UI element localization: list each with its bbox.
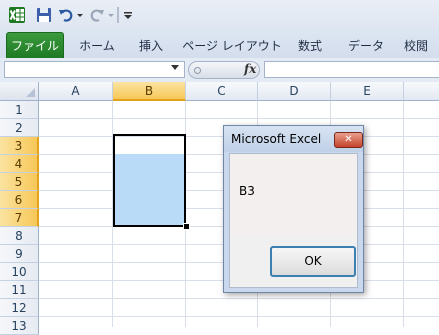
tab-file[interactable]: ファイル [6, 32, 64, 58]
tab-review[interactable]: 校閲 [398, 34, 434, 58]
column-header-b[interactable]: B [113, 82, 186, 101]
row-header-7[interactable]: 7 [0, 209, 39, 227]
gridline [403, 101, 404, 327]
select-all-triangle-icon [26, 88, 35, 97]
row-header-9[interactable]: 9 [0, 245, 39, 263]
row-header-11[interactable]: 11 [0, 281, 39, 299]
formula-bar: fx [0, 58, 439, 83]
row-header-8[interactable]: 8 [0, 227, 39, 245]
row-header-5[interactable]: 5 [0, 173, 39, 191]
gridline [39, 316, 439, 317]
tab-data[interactable]: データ [340, 34, 392, 58]
customize-toolbar-icon[interactable] [123, 6, 133, 24]
ribbon-tab-bar: ファイル ホーム 挿入 ページ レイアウト 数式 データ 校閲 [0, 30, 439, 59]
row-header-6[interactable]: 6 [0, 191, 39, 209]
quick-access-toolbar [0, 0, 439, 30]
dialog-message: B3 [239, 184, 255, 198]
tab-home[interactable]: ホーム [70, 34, 124, 58]
name-box-dropdown-icon[interactable] [171, 65, 179, 70]
worksheet-grid[interactable]: A B C D E 1 2 3 4 5 6 7 8 9 10 11 12 13 [0, 82, 439, 335]
row-header-3[interactable]: 3 [0, 137, 39, 155]
toolbar-separator [117, 7, 119, 23]
row-header-10[interactable]: 10 [0, 263, 39, 281]
gridline [39, 118, 439, 119]
column-header-a[interactable]: A [39, 82, 113, 101]
tab-page-layout[interactable]: ページ レイアウト [180, 34, 284, 58]
tab-insert[interactable]: 挿入 [130, 34, 172, 58]
column-header-d[interactable]: D [258, 82, 331, 101]
undo-icon[interactable] [58, 6, 74, 24]
formula-grip-icon [194, 67, 201, 74]
tab-formulas[interactable]: 数式 [290, 34, 330, 58]
selected-range-border[interactable] [113, 134, 186, 227]
column-header-f-partial[interactable] [404, 82, 439, 101]
redo-icon[interactable] [89, 6, 105, 24]
fill-handle[interactable] [183, 223, 190, 230]
undo-dropdown-arrow-icon[interactable] [75, 6, 84, 24]
row-header-13[interactable]: 13 [0, 317, 39, 335]
row-header-4[interactable]: 4 [0, 155, 39, 173]
row-header-1[interactable]: 1 [0, 101, 39, 119]
message-box-dialog: Microsoft Excel ✕ B3 OK [223, 125, 364, 293]
column-header-e[interactable]: E [331, 82, 404, 101]
column-header-c[interactable]: C [186, 82, 258, 101]
excel-logo-icon[interactable] [7, 6, 27, 24]
dialog-titlebar[interactable]: Microsoft Excel ✕ [224, 126, 363, 152]
insert-function-icon[interactable]: fx [244, 62, 256, 76]
row-header-12[interactable]: 12 [0, 299, 39, 317]
gridline [39, 298, 439, 299]
formula-input[interactable] [264, 61, 439, 78]
ok-button[interactable]: OK [270, 246, 356, 277]
save-icon[interactable] [35, 6, 53, 24]
dialog-button-area: OK [230, 234, 357, 287]
dialog-body: B3 OK [229, 153, 358, 288]
dialog-title: Microsoft Excel [231, 132, 322, 146]
close-icon[interactable]: ✕ [334, 132, 363, 148]
name-box[interactable] [4, 61, 185, 78]
row-header-2[interactable]: 2 [0, 119, 39, 137]
select-all-corner[interactable] [0, 82, 39, 101]
redo-dropdown-arrow-icon[interactable] [106, 6, 115, 24]
